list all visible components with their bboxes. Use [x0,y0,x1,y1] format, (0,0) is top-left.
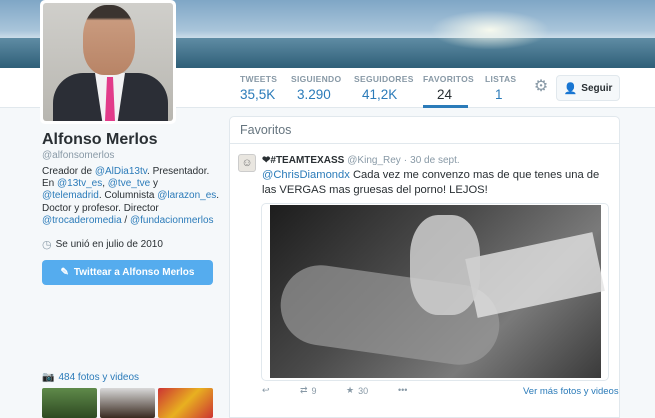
follow-button-label: Seguir [581,82,613,94]
photos-videos-link[interactable]: 📷 484 fotos y videos [42,372,139,383]
joined-date: ◷ Se unió en julio de 2010 [42,238,163,251]
bio-link[interactable]: @tve_tve [108,178,150,189]
photo-thumbnail[interactable] [100,388,155,418]
bio-link[interactable]: @AlDia13tv [95,166,147,177]
stat-following[interactable]: SIGUIENDO 3.290 [291,74,341,102]
photo-shape [410,215,480,315]
tweet-to-label: Twittear a Alfonso Merlos [73,267,195,278]
bio-text: . Columnista [98,190,158,202]
stat-favorites[interactable]: FAVORITOS 24 [423,74,475,108]
tweet-avatar[interactable]: ☺ [238,154,256,172]
gear-icon[interactable]: ⚙ [532,78,550,96]
bio-link[interactable]: @larazon_es [157,190,216,201]
reply-icon: ↩ [262,385,270,395]
profile-name[interactable]: Alfonso Merlos [42,131,158,149]
stat-label: SIGUIENDO [291,74,342,84]
stat-followers[interactable]: SEGUIDORES 41,2K [354,74,414,102]
tweet-mention[interactable]: @ChrisDiamondx [262,169,350,181]
clock-icon: ◷ [42,239,52,251]
bio-link[interactable]: @trocaderomedia [42,215,122,226]
avatar-photo [43,3,173,121]
bio-link[interactable]: @fundacionmerlos [130,215,214,226]
tweet-author-handle[interactable]: @King_Rey [347,155,401,166]
photo-thumbnail[interactable] [158,388,213,418]
banner-sun-glow [430,10,550,50]
joined-text: Se unió en julio de 2010 [55,239,163,250]
bio-link[interactable]: @13tv_es [57,178,102,189]
more-media-link[interactable]: Ver más fotos y videos [523,386,619,397]
stat-lists[interactable]: LISTAS 1 [485,74,516,102]
tweet-text: @ChrisDiamondx Cada vez me convenzo mas … [262,168,616,197]
tweet-media[interactable] [261,203,609,381]
stat-value: 3.290 [297,87,331,102]
stat-value: 1 [495,87,503,102]
retweet-count: 9 [311,385,317,396]
bio-link[interactable]: @telemadrid [42,190,99,201]
stat-label: SEGUIDORES [354,74,414,84]
tweet-photo [270,205,605,378]
photo-shape [465,232,605,318]
tweet-author-name[interactable]: ❤#TEAMTEXASS [262,155,344,166]
photo-thumbnail[interactable] [42,388,97,418]
avatar[interactable] [40,0,176,124]
stat-label: TWEETS [240,74,278,84]
more-icon: ••• [398,385,408,395]
bio-text: y [150,178,158,190]
stat-value: 24 [437,87,453,102]
favorite-count: 30 [358,385,369,396]
profile-bio: Creador de @AlDia13tv. Presentador. En @… [42,166,220,227]
stat-value: 35,5K [240,87,276,102]
photos-videos-label: 484 fotos y videos [58,372,140,383]
bio-text: Creador de [42,166,95,177]
star-icon: ★ [346,385,355,395]
divider [230,143,619,144]
stat-value: 41,2K [362,87,398,102]
retweet-action[interactable]: ⇄ 9 [300,385,317,396]
more-action[interactable]: ••• [398,385,407,395]
bio-text: / [121,214,130,226]
reply-action[interactable]: ↩ [262,385,270,396]
camera-icon: 📷 [42,372,55,383]
retweet-icon: ⇄ [300,385,308,395]
follow-button[interactable]: 👤 Seguir [556,75,620,101]
stat-label: FAVORITOS [423,74,475,84]
compose-icon: ✎ [60,267,69,278]
stat-label: LISTAS [485,74,517,84]
tweet-separator: · [403,155,408,166]
stat-tweets[interactable]: TWEETS 35,5K [240,74,277,102]
tweet-date[interactable]: 30 de sept. [410,155,459,166]
favorite-action[interactable]: ★ 30 [346,385,368,396]
profile-handle[interactable]: @alfonsomerlos [42,150,114,161]
tweet-to-button[interactable]: ✎ Twittear a Alfonso Merlos [42,260,213,285]
add-user-icon: 👤 [563,82,578,95]
tweet-header: ❤#TEAMTEXASS @King_Rey · 30 de sept. [262,155,460,166]
panel-title: Favoritos [240,123,292,137]
avatar-head [83,5,135,75]
